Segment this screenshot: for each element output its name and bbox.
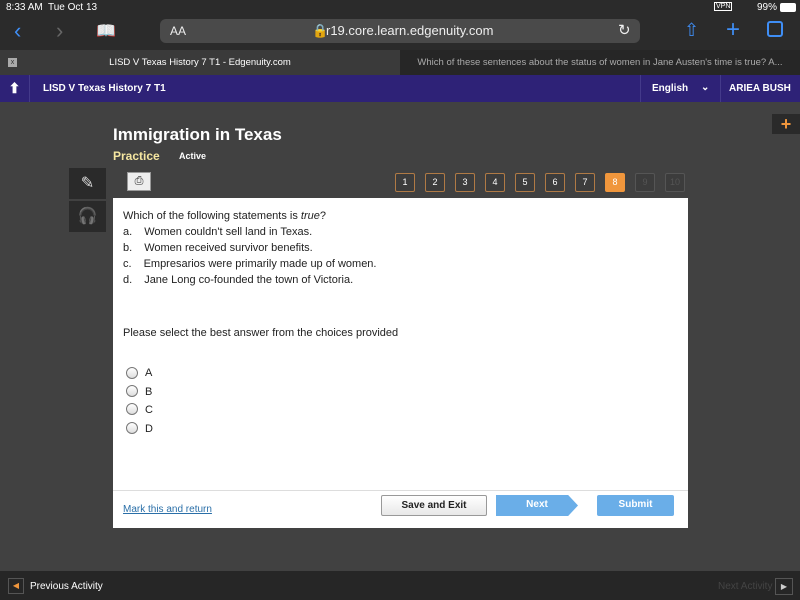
new-tab-icon[interactable]: +: [726, 16, 740, 44]
radio-label[interactable]: D: [145, 423, 153, 435]
page-button[interactable]: 6: [545, 173, 565, 192]
submit-button[interactable]: Submit: [597, 495, 674, 516]
previous-activity-button[interactable]: Previous Activity: [30, 581, 103, 592]
radio-c[interactable]: [126, 403, 138, 415]
previous-arrow-icon[interactable]: ◀: [8, 578, 24, 594]
choice-text: Empresarios were primarily made up of wo…: [143, 258, 377, 270]
tab-active[interactable]: LISD V Texas History 7 T1 - Edgenuity.co…: [0, 50, 400, 75]
back-icon[interactable]: ‹: [14, 18, 21, 44]
question-panel: Which of the following statements is tru…: [113, 198, 688, 528]
radio-a[interactable]: [126, 367, 138, 379]
mark-and-return-link[interactable]: Mark this and return: [123, 504, 212, 515]
choice-d: d. Jane Long co-founded the town of Victo…: [123, 274, 353, 286]
address-bar[interactable]: AA 🔒 r19.core.learn.edgenuity.com ↻: [160, 19, 640, 43]
text-size-button[interactable]: AA: [170, 24, 186, 38]
lesson-title: Immigration in Texas: [113, 125, 282, 144]
page-button-disabled: 10: [665, 173, 685, 192]
time: 8:33 AM: [6, 2, 43, 13]
page-button-current[interactable]: 8: [605, 173, 625, 192]
radio-label[interactable]: B: [145, 386, 152, 398]
share-icon[interactable]: ⇧: [684, 20, 699, 41]
battery-icon: [780, 3, 796, 12]
next-arrow-icon: ▶: [775, 578, 793, 595]
choice-letter: b.: [123, 242, 133, 254]
reload-icon[interactable]: ↻: [618, 21, 631, 39]
save-and-exit-button[interactable]: Save and Exit: [381, 495, 487, 516]
tabs-icon[interactable]: [767, 21, 783, 37]
choice-letter: c.: [123, 258, 132, 270]
vpn-icon: VPN: [714, 2, 733, 11]
next-button[interactable]: Next: [496, 495, 578, 516]
pencil-icon[interactable]: ✎: [69, 168, 106, 199]
radio-label[interactable]: A: [145, 367, 152, 379]
choice-text: Women received survivor benefits.: [144, 242, 313, 254]
lesson-status: Active: [179, 151, 207, 161]
tab-title: LISD V Texas History 7 T1 - Edgenuity.co…: [109, 57, 291, 68]
choice-letter: a.: [123, 226, 133, 238]
add-icon[interactable]: +: [772, 114, 800, 134]
radio-label[interactable]: C: [145, 404, 153, 416]
activity-footer: ◀ Previous Activity Next Activity ▶: [0, 571, 800, 600]
language-select[interactable]: English ⌄: [640, 75, 720, 102]
battery-level: 99%: [757, 2, 778, 13]
radio-b[interactable]: [126, 385, 138, 397]
chevron-down-icon: ⌄: [701, 82, 710, 93]
page-button[interactable]: 1: [395, 173, 415, 192]
forward-icon[interactable]: ›: [56, 18, 63, 44]
page-button-disabled: 9: [635, 173, 655, 192]
choice-a: a. Women couldn't sell land in Texas.: [123, 226, 312, 238]
home-icon[interactable]: ⬆: [0, 75, 30, 102]
question-prompt: Which of the following statements is tru…: [123, 210, 326, 222]
bookmarks-icon[interactable]: 📖: [96, 21, 116, 41]
choice-text: Women couldn't sell land in Texas.: [144, 226, 313, 238]
page-button[interactable]: 4: [485, 173, 505, 192]
prompt-emphasis: true: [300, 210, 320, 222]
user-name[interactable]: ARIEA BUSH: [720, 75, 800, 102]
tab-inactive[interactable]: Which of these sentences about the statu…: [400, 50, 800, 75]
tab-bar: x LISD V Texas History 7 T1 - Edgenuity.…: [0, 50, 800, 75]
page-button[interactable]: 3: [455, 173, 475, 192]
language-value: English: [652, 83, 689, 94]
prompt-text: Which of the following statements is: [123, 210, 301, 222]
tab-title: Which of these sentences about the statu…: [417, 57, 783, 68]
next-activity-button: Next Activity: [718, 581, 773, 592]
choice-c: c. Empresarios were primarily made up of …: [123, 258, 376, 270]
page-button[interactable]: 7: [575, 173, 595, 192]
choice-b: b. Women received survivor benefits.: [123, 242, 313, 254]
headphones-icon[interactable]: 🎧: [69, 201, 106, 232]
choice-text: Jane Long co-founded the town of Victori…: [144, 274, 354, 286]
instruction: Please select the best answer from the c…: [123, 327, 399, 339]
radio-d[interactable]: [126, 422, 138, 434]
divider: [113, 490, 688, 491]
prompt-text: ?: [319, 210, 327, 222]
course-title: LISD V Texas History 7 T1: [43, 83, 166, 94]
status-bar: 8:33 AM Tue Oct 13 VPN 99%: [0, 0, 800, 16]
url-text: r19.core.learn.edgenuity.com: [326, 23, 494, 38]
page-button[interactable]: 2: [425, 173, 445, 192]
choice-letter: d.: [123, 274, 133, 286]
course-nav: ⬆ LISD V Texas History 7 T1 English ⌄ AR…: [0, 75, 800, 102]
print-icon[interactable]: ⎙: [127, 172, 151, 191]
date: Tue Oct 13: [48, 2, 98, 13]
page-button[interactable]: 5: [515, 173, 535, 192]
lesson-mode: Practice: [113, 149, 160, 163]
